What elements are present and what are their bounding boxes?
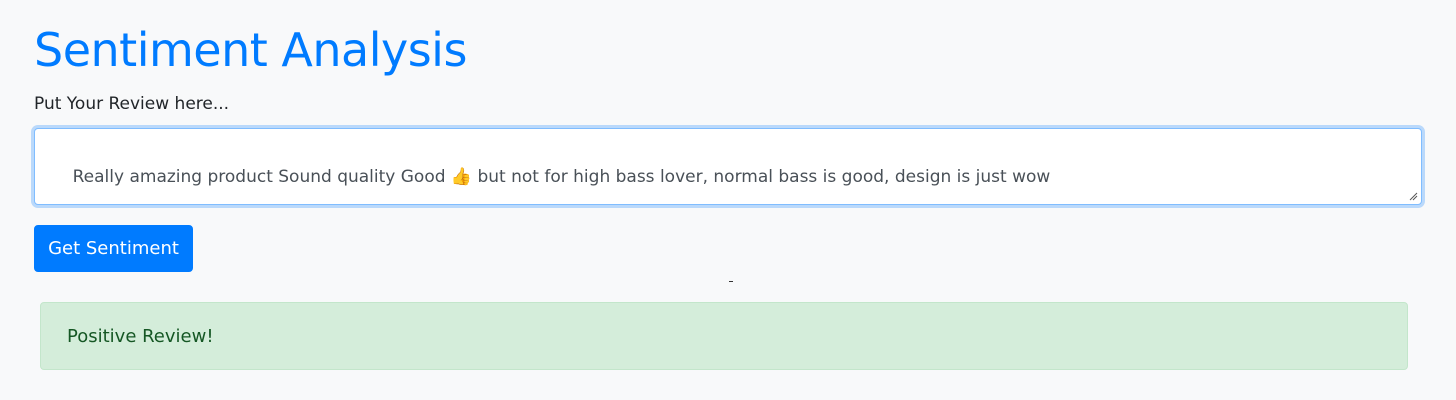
review-textarea[interactable]: Really amazing product Sound quality Goo… xyxy=(34,128,1422,205)
review-text: Really amazing product Sound quality Goo… xyxy=(72,167,1051,187)
separator-mark xyxy=(729,281,733,282)
get-sentiment-button[interactable]: Get Sentiment xyxy=(34,225,193,272)
resize-handle-icon[interactable] xyxy=(1409,192,1418,201)
page-title: Sentiment Analysis xyxy=(34,23,467,77)
sentiment-result-text: Positive Review! xyxy=(67,326,214,347)
page-container: Sentiment Analysis Put Your Review here.… xyxy=(0,0,1456,400)
sentiment-result-alert: Positive Review! xyxy=(40,302,1408,370)
review-prompt-label: Put Your Review here... xyxy=(34,94,230,114)
